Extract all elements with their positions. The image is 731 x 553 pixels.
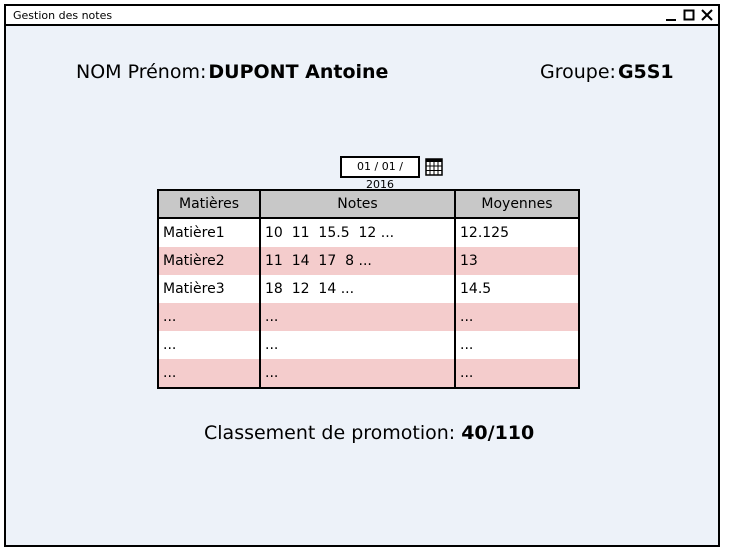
cell-matiere: Matière1: [157, 218, 261, 247]
cell-notes: 18 12 14 ...: [259, 275, 456, 303]
cell-matiere: Matière3: [157, 275, 261, 303]
cell-moyenne: 13: [454, 247, 580, 275]
close-icon[interactable]: [700, 7, 714, 23]
cell-matiere: ...: [157, 303, 261, 331]
header-matieres[interactable]: Matières: [157, 189, 261, 219]
cell-notes: 10 11 15.5 12 ...: [259, 218, 456, 247]
cell-notes: ...: [259, 331, 456, 359]
student-name: NOM Prénom: DUPONT Antoine: [76, 61, 388, 83]
header-notes[interactable]: Notes: [259, 189, 456, 219]
table-row[interactable]: ... ... ...: [157, 331, 580, 359]
cell-notes: ...: [259, 359, 456, 388]
cell-notes: 11 14 17 8 ...: [259, 247, 456, 275]
minimize-icon[interactable]: [664, 7, 678, 23]
window-controls: [664, 7, 714, 23]
group-value: G5S1: [617, 61, 674, 83]
cell-moyenne: 12.125: [454, 218, 580, 247]
table-row[interactable]: Matière3 18 12 14 ... 14.5: [157, 275, 580, 303]
table-row[interactable]: ... ... ...: [157, 303, 580, 331]
cell-matiere: Matière2: [157, 247, 261, 275]
title-bar[interactable]: Gestion des notes: [6, 6, 718, 26]
table-row[interactable]: Matière1 10 11 15.5 12 ... 12.125: [157, 218, 580, 247]
cell-matiere: ...: [157, 331, 261, 359]
app-window: Gestion des notes NOM Prénom: DUPONT Anto…: [4, 4, 720, 547]
cell-moyenne: ...: [454, 303, 580, 331]
window-title: Gestion des notes: [13, 9, 113, 22]
calendar-icon[interactable]: [425, 158, 443, 176]
date-input[interactable]: 01 / 01 / 2016: [340, 156, 420, 191]
name-label: NOM Prénom:: [76, 61, 207, 83]
maximize-icon[interactable]: [682, 7, 696, 23]
table-row[interactable]: ... ... ...: [157, 359, 580, 388]
group-label: Groupe:: [540, 61, 616, 83]
cell-moyenne: ...: [454, 359, 580, 388]
cell-notes: ...: [259, 303, 456, 331]
cell-moyenne: 14.5: [454, 275, 580, 303]
header-moyennes[interactable]: Moyennes: [454, 189, 580, 219]
cell-moyenne: ...: [454, 331, 580, 359]
grades-table: Matières Notes Moyennes Matière1 10 11 1…: [157, 189, 580, 389]
ranking: Classement de promotion: 40/110: [204, 422, 534, 444]
table-row[interactable]: Matière2 11 14 17 8 ... 13: [157, 247, 580, 275]
ranking-label: Classement de promotion:: [204, 422, 456, 444]
table-header-row: Matières Notes Moyennes: [157, 189, 580, 219]
student-group: Groupe: G5S1: [540, 61, 674, 83]
ranking-value: 40/110: [461, 422, 535, 444]
name-value: DUPONT Antoine: [208, 61, 389, 83]
cell-matiere: ...: [157, 359, 261, 388]
